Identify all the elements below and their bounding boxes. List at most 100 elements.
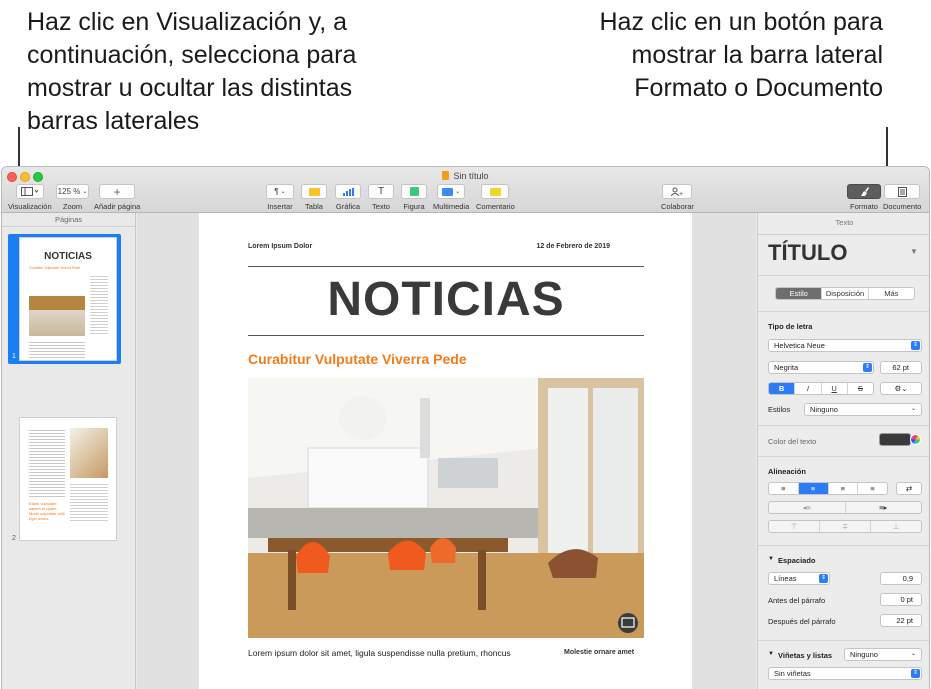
after-paragraph-label: Después del párrafo bbox=[768, 617, 836, 626]
comment-button[interactable] bbox=[481, 184, 510, 199]
media-button[interactable]: ⌄ bbox=[437, 184, 466, 199]
page-subtitle[interactable]: Curabitur Vulputate Viverra Pede bbox=[248, 351, 467, 367]
align-left-button[interactable]: ≡ bbox=[769, 483, 799, 494]
tab-mas[interactable]: Más bbox=[869, 288, 914, 299]
comment-tool[interactable]: Comentario bbox=[476, 184, 515, 211]
divider bbox=[758, 275, 929, 276]
align-center-button[interactable]: ≡ bbox=[798, 483, 829, 494]
insert-button[interactable]: ¶ ⌄ bbox=[266, 184, 294, 199]
chevron-down-icon: ⌄ bbox=[910, 406, 916, 412]
increase-indent-button[interactable]: ≡▸ bbox=[846, 502, 922, 513]
divider bbox=[758, 545, 929, 546]
text-icon: T bbox=[377, 186, 385, 197]
thumb-text-lines bbox=[29, 340, 85, 358]
page-thumbnail-1[interactable]: NOTICIAS Curabitur Vulputate Viverra Ped… bbox=[19, 237, 117, 361]
zoom-tool[interactable]: 125 % ⌄ Zoom bbox=[56, 184, 89, 211]
before-paragraph-stepper[interactable]: 0 pt bbox=[880, 593, 922, 606]
add-page-tool[interactable]: + Añadir página bbox=[94, 184, 140, 211]
after-paragraph-value: 22 pt bbox=[896, 616, 913, 625]
tab-estilo[interactable]: Estilo bbox=[776, 288, 823, 299]
gear-icon: ⚙⌄ bbox=[894, 384, 908, 393]
header-right: 12 de Febrero de 2019 bbox=[536, 243, 610, 250]
strikethrough-button[interactable]: S bbox=[848, 383, 873, 394]
shape-icon bbox=[409, 187, 419, 196]
decrease-indent-button[interactable]: ◂≡ bbox=[769, 502, 846, 513]
add-page-button[interactable]: + bbox=[99, 184, 136, 199]
paragraph-style-name[interactable]: TÍTULO bbox=[768, 240, 847, 266]
before-paragraph-label: Antes del párrafo bbox=[768, 596, 826, 605]
styles-select[interactable]: Ninguno ⌄ bbox=[804, 403, 922, 416]
page-title[interactable]: NOTICIAS bbox=[248, 272, 644, 327]
shape-button[interactable] bbox=[401, 184, 427, 199]
view-tool[interactable]: Visualización bbox=[8, 184, 52, 211]
justify-button[interactable]: ≡ bbox=[858, 483, 887, 494]
align-middle-button[interactable]: ∓ bbox=[820, 521, 871, 532]
tab-disposicion[interactable]: Disposición bbox=[822, 288, 869, 299]
document-page[interactable]: Lorem Ipsum Dolor 12 de Febrero de 2019 … bbox=[199, 213, 692, 689]
collaborate-button[interactable]: + bbox=[662, 184, 693, 199]
window-title-text: Sin título bbox=[453, 171, 489, 181]
updown-icon: ⇕ bbox=[819, 574, 828, 583]
page-number-2: 2 bbox=[12, 535, 16, 542]
after-paragraph-stepper[interactable]: 22 pt bbox=[880, 614, 922, 627]
spacing-mode-select[interactable]: Líneas ⇕ bbox=[768, 572, 830, 585]
collaborate-icon: + bbox=[670, 187, 683, 196]
zoom-select[interactable]: 125 % ⌄ bbox=[56, 184, 89, 199]
chevron-down-icon[interactable]: ▼ bbox=[768, 651, 774, 657]
view-button[interactable] bbox=[15, 184, 44, 199]
media-tool[interactable]: ⌄ Multimedia bbox=[433, 184, 469, 211]
chevron-down-icon[interactable]: ▼ bbox=[768, 556, 774, 562]
text-direction-button[interactable]: ⇄ bbox=[896, 482, 922, 495]
bold-button[interactable]: B bbox=[769, 383, 796, 394]
font-label: Tipo de letra bbox=[768, 322, 813, 331]
align-bottom-button[interactable]: ⊥ bbox=[871, 521, 921, 532]
color-wheel-icon[interactable] bbox=[910, 434, 921, 445]
document-button[interactable] bbox=[884, 184, 921, 199]
page-thumbnail-2[interactable]: Etiam vulputate sapien et quam. Morbi vu… bbox=[19, 417, 117, 541]
chart-button[interactable] bbox=[335, 184, 361, 199]
align-right-button[interactable]: ≡ bbox=[829, 483, 859, 494]
pages-window: Sin título Visualización 125 % ⌄ Zoom + A… bbox=[1, 166, 930, 689]
chevron-down-icon[interactable]: ▼ bbox=[910, 247, 918, 256]
text-tool[interactable]: T Texto bbox=[368, 184, 394, 211]
text-color-swatch[interactable] bbox=[879, 433, 911, 446]
spacing-mode-value: Líneas bbox=[774, 574, 797, 583]
text-color-label: Color del texto bbox=[768, 437, 817, 446]
document-tool[interactable]: Documento bbox=[883, 184, 921, 211]
bullets-select[interactable]: Ninguno ⌄ bbox=[844, 648, 922, 661]
table-tool[interactable]: Tabla bbox=[301, 184, 327, 211]
body-text[interactable]: Lorem ipsum dolor sit amet, ligula suspe… bbox=[248, 648, 511, 658]
thumb-side-column bbox=[90, 274, 108, 334]
format-button[interactable] bbox=[847, 184, 881, 199]
chevron-down-icon: ⌄ bbox=[82, 189, 88, 195]
format-inspector: Texto TÍTULO ▼ Estilo Disposición Más Ti… bbox=[757, 213, 929, 689]
spacing-stepper[interactable]: 0,9 bbox=[880, 572, 922, 585]
text-options-button[interactable]: ⚙⌄ bbox=[880, 382, 922, 395]
format-label: Formato bbox=[850, 202, 878, 211]
font-family-select[interactable]: Helvetica Neue ⇕ bbox=[768, 339, 922, 352]
bullets-type-select[interactable]: Sin viñetas ⇕ bbox=[768, 667, 922, 680]
divider bbox=[758, 311, 929, 312]
kitchen-photo[interactable] bbox=[248, 378, 644, 638]
underline-button[interactable]: U bbox=[822, 383, 848, 394]
insert-tool[interactable]: ¶ ⌄ Insertar bbox=[266, 184, 294, 211]
italic-button[interactable]: I bbox=[795, 383, 822, 394]
shape-tool[interactable]: Figura bbox=[401, 184, 427, 211]
image-icon bbox=[442, 187, 454, 196]
format-tool[interactable]: Formato bbox=[847, 184, 881, 211]
font-size-stepper[interactable]: 62 pt bbox=[880, 361, 922, 374]
sidebar-caption[interactable]: Molestie ornare amet bbox=[564, 649, 634, 656]
thumb-photo bbox=[29, 296, 85, 336]
font-size-value: 62 pt bbox=[892, 363, 909, 372]
indent-buttons: ◂≡ ≡▸ bbox=[768, 501, 922, 514]
callout-view-instructions: Haz clic en Visualización y, a continuac… bbox=[27, 8, 357, 135]
table-button[interactable] bbox=[301, 184, 327, 199]
window-title: Sin título bbox=[2, 171, 929, 181]
chart-tool[interactable]: Gráfica bbox=[335, 184, 361, 211]
font-weight-select[interactable]: Negrita ⇕ bbox=[768, 361, 874, 374]
align-top-button[interactable]: ⊤ bbox=[769, 521, 820, 532]
text-button[interactable]: T bbox=[368, 184, 394, 199]
thumb2-text-lines-right bbox=[70, 482, 108, 522]
collaborate-tool[interactable]: + Colaborar bbox=[661, 184, 694, 211]
view-label: Visualización bbox=[8, 202, 52, 211]
